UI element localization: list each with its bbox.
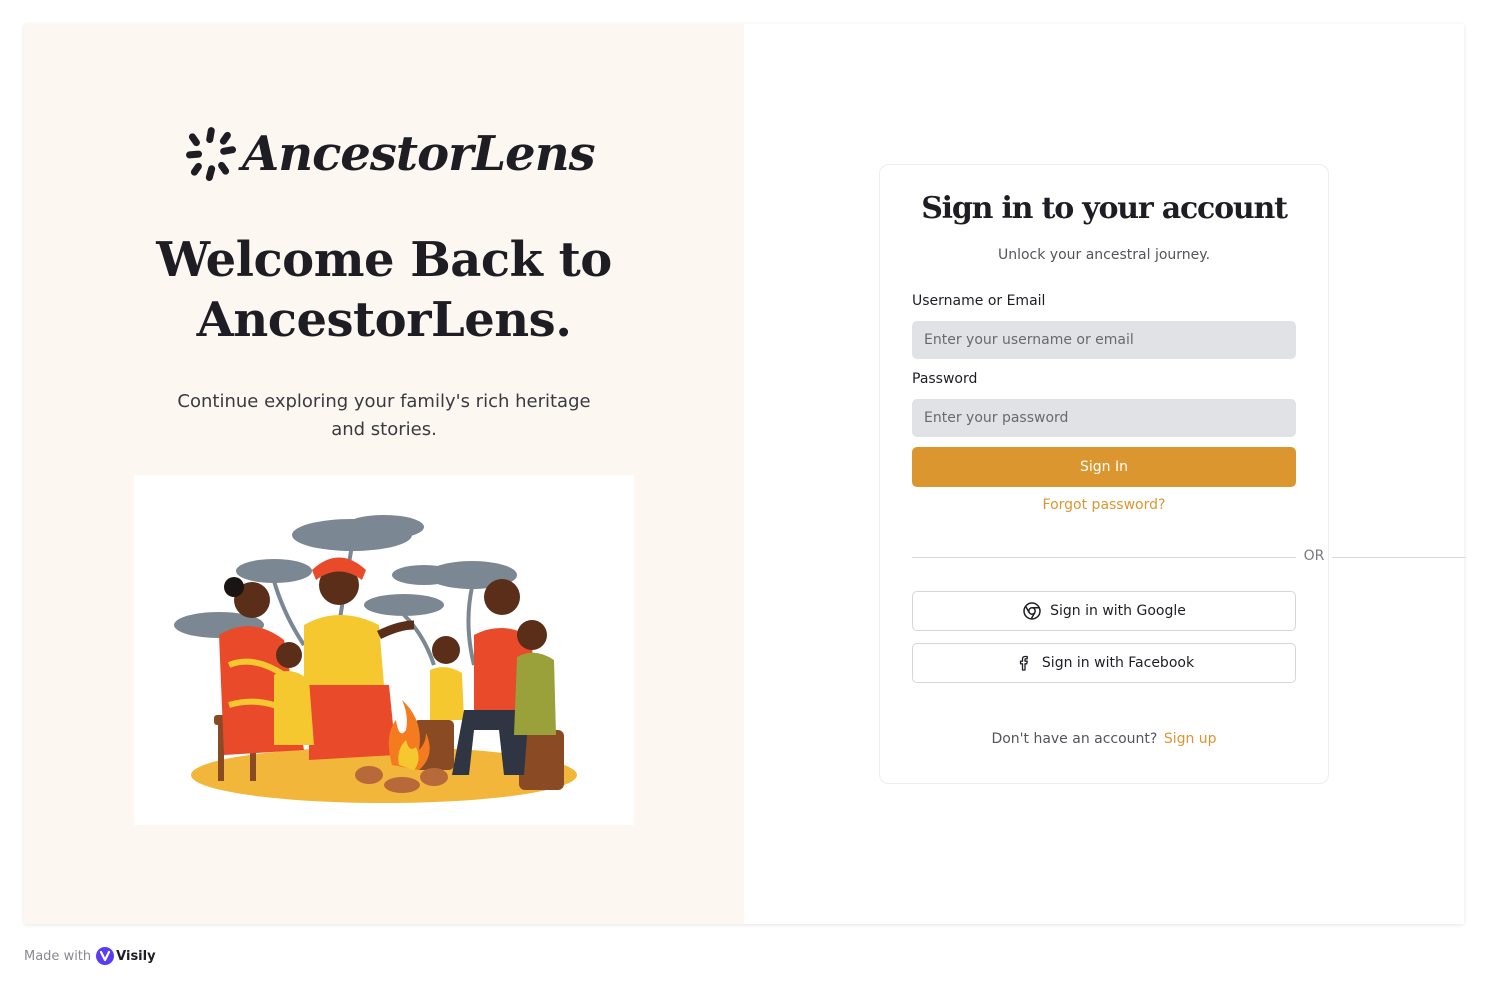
password-label: Password	[912, 371, 978, 387]
brand-name: AncestorLens	[242, 126, 596, 182]
family-around-campfire-illustration	[134, 475, 634, 825]
signup-row: Don't have an account? Sign up	[880, 731, 1328, 747]
divider-or-text: OR	[1303, 548, 1325, 564]
signin-title: Sign in to your account	[921, 191, 1288, 226]
signin-card: Sign in to your account Unlock your ance…	[879, 164, 1466, 784]
password-input[interactable]	[912, 399, 1296, 437]
signin-subtitle: Unlock your ancestral journey.	[997, 247, 1211, 263]
chrome-icon	[1023, 602, 1041, 620]
username-label: Username or Email	[912, 293, 1046, 309]
visily-icon	[96, 947, 115, 965]
google-signin-label: Sign in with Google	[1050, 603, 1186, 619]
app-frame: AncestorLens Welcome Back to AncestorLen…	[24, 24, 1466, 924]
divider-left	[912, 557, 1296, 558]
asterisk-spark-icon	[186, 127, 237, 181]
hero-panel: AncestorLens Welcome Back to AncestorLen…	[24, 24, 744, 924]
hero-tagline: Continue exploring your family's rich he…	[177, 391, 591, 440]
facebook-icon	[1019, 655, 1028, 671]
facebook-signin-label: Sign in with Facebook	[1041, 655, 1195, 671]
hero-headline: Welcome Back to AncestorLens.	[156, 232, 612, 348]
no-account-text: Don't have an account?	[991, 731, 1158, 747]
visily-logo: Visily	[95, 946, 156, 966]
sign-up-link[interactable]: Sign up	[1164, 731, 1217, 747]
made-with-badge[interactable]: Made with Visily	[24, 946, 156, 966]
username-input[interactable]	[912, 321, 1296, 359]
brand-logo: AncestorLens	[184, 124, 596, 184]
forgot-password-link[interactable]: Forgot password?	[880, 497, 1328, 513]
signin-panel: Sign in to your account Unlock your ance…	[744, 24, 1466, 924]
facebook-signin-button[interactable]: Sign in with Facebook	[912, 643, 1296, 683]
sign-in-button[interactable]: Sign In	[912, 447, 1296, 487]
made-with-text: Made with	[24, 948, 92, 964]
visily-name: Visily	[116, 948, 156, 964]
google-signin-button[interactable]: Sign in with Google	[912, 591, 1296, 631]
divider-right	[1332, 557, 1466, 558]
